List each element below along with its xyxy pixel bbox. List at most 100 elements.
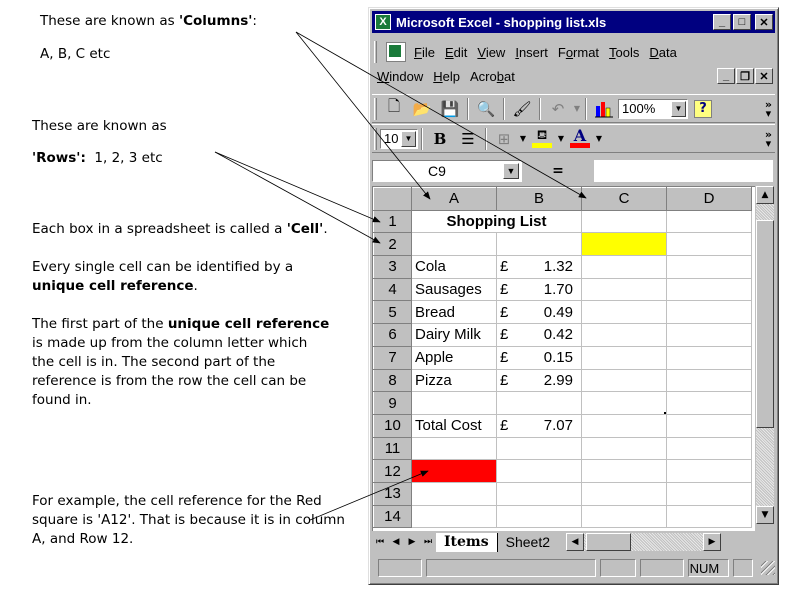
cell-C5[interactable] (581, 300, 667, 325)
cell-A5[interactable]: Bread (411, 300, 497, 325)
name-box[interactable]: C9 ▼ (372, 160, 522, 182)
row-header-2[interactable]: 2 (373, 232, 412, 257)
column-header-d[interactable]: D (666, 187, 752, 211)
cell-B13[interactable] (496, 481, 582, 506)
row-header-11[interactable]: 11 (373, 436, 412, 461)
sheet-tab-sheet2[interactable]: Sheet2 (496, 532, 558, 552)
close-button[interactable]: ✕ (755, 14, 773, 30)
chevron-down-icon[interactable]: ▼ (503, 163, 519, 179)
help-icon[interactable]: ? (694, 99, 712, 118)
chart-wizard-icon[interactable] (592, 98, 616, 120)
menubar-grip[interactable] (374, 41, 377, 63)
bold-button[interactable]: B (428, 128, 452, 150)
cell-C2[interactable] (581, 232, 667, 257)
fill-color-dropdown-icon[interactable]: ▼ (556, 134, 566, 143)
menu-acrobat[interactable]: Acrobat (465, 69, 520, 84)
toolbar-grip[interactable] (374, 97, 377, 120)
cell-A9[interactable] (411, 391, 497, 415)
select-all-button[interactable] (373, 187, 412, 211)
cell-B5[interactable]: £0.49 (496, 300, 582, 325)
cell-C1[interactable] (581, 209, 667, 234)
menu-view[interactable]: View (472, 45, 510, 60)
cell-A13[interactable] (411, 481, 497, 506)
cell-A3[interactable]: Cola (411, 255, 497, 279)
cell-C11[interactable] (581, 436, 667, 461)
menu-help[interactable]: Help (428, 69, 465, 84)
cell-B9[interactable] (496, 391, 582, 415)
minimize-button[interactable]: _ (713, 14, 731, 30)
cell-C7[interactable] (581, 345, 667, 370)
cell-A8[interactable]: Pizza (411, 368, 497, 393)
zoom-select[interactable]: 100% ▼ (618, 98, 688, 119)
cell-D14[interactable] (666, 504, 752, 529)
undo-dropdown-icon[interactable]: ▼ (572, 104, 582, 113)
fill-color-button[interactable]: ⛾ (530, 128, 554, 150)
prev-sheet-icon[interactable]: ◀ (388, 533, 404, 551)
cell-A4[interactable]: Sausages (411, 277, 497, 302)
cell-B2[interactable] (496, 232, 582, 257)
cell-C12[interactable] (581, 459, 667, 483)
borders-dropdown-icon[interactable]: ▼ (518, 134, 528, 143)
menu-edit[interactable]: Edit (440, 45, 472, 60)
cell-D1[interactable] (666, 209, 752, 234)
column-header-c[interactable]: C (581, 187, 667, 211)
workbook-icon[interactable] (386, 42, 406, 62)
menu-format[interactable]: Format (553, 45, 604, 60)
align-center-icon[interactable]: ☰ (456, 128, 480, 150)
scroll-left-icon[interactable]: ◀ (566, 533, 584, 551)
cell-B14[interactable] (496, 504, 582, 529)
cell-A12[interactable] (411, 459, 497, 483)
borders-icon[interactable]: ⊞ (492, 128, 516, 150)
row-header-14[interactable]: 14 (373, 504, 412, 529)
scroll-down-icon[interactable]: ▼ (756, 506, 774, 524)
toolbar-more-icon[interactable]: » ▾ (765, 99, 772, 119)
cell-D7[interactable] (666, 345, 752, 370)
sheet-tab-items[interactable]: Items (436, 532, 497, 552)
resize-grip-icon[interactable] (761, 561, 775, 575)
cell-D6[interactable] (666, 323, 752, 347)
cell-D4[interactable] (666, 277, 752, 302)
cell-D12[interactable] (666, 459, 752, 483)
maximize-button[interactable]: □ (733, 14, 751, 30)
chevron-down-icon[interactable]: ▼ (401, 130, 416, 147)
save-disk-icon[interactable]: 💾 (438, 98, 462, 120)
font-color-dropdown-icon[interactable]: ▼ (594, 134, 604, 143)
title-bar[interactable]: X Microsoft Excel - shopping list.xls _ … (372, 11, 775, 33)
row-header-9[interactable]: 9 (373, 391, 412, 415)
cell-C13[interactable] (581, 481, 667, 506)
equals-button[interactable]: = (522, 163, 594, 179)
menu-data[interactable]: Data (644, 45, 681, 60)
excel-app-icon[interactable]: X (375, 14, 391, 30)
cell-C10[interactable] (581, 413, 667, 438)
row-header-5[interactable]: 5 (373, 300, 412, 325)
new-document-icon[interactable]: 🗋 (382, 97, 406, 120)
horizontal-scrollbar[interactable]: ◀ ▶ (566, 533, 721, 551)
cell-D11[interactable] (666, 436, 752, 461)
font-color-button[interactable]: A (568, 128, 592, 150)
cell-D8[interactable] (666, 368, 752, 393)
cell-A11[interactable] (411, 436, 497, 461)
doc-minimize-button[interactable]: _ (717, 68, 735, 84)
column-header-b[interactable]: B (496, 187, 582, 211)
print-preview-icon[interactable]: 🔍 (474, 98, 498, 120)
cell-B11[interactable] (496, 436, 582, 461)
row-header-4[interactable]: 4 (373, 277, 412, 302)
row-header-6[interactable]: 6 (373, 323, 412, 347)
row-header-13[interactable]: 13 (373, 481, 412, 506)
toolbar-grip[interactable] (374, 127, 377, 150)
column-header-a[interactable]: A (411, 187, 497, 211)
undo-icon[interactable]: ↶ (546, 98, 570, 120)
open-folder-icon[interactable]: 📂 (410, 98, 434, 120)
cell-B7[interactable]: £0.15 (496, 345, 582, 370)
cell-A1[interactable]: Shopping List (411, 209, 582, 234)
cell-C14[interactable] (581, 504, 667, 529)
scroll-up-icon[interactable]: ▲ (756, 186, 774, 204)
row-header-12[interactable]: 12 (373, 459, 412, 483)
doc-close-button[interactable]: ✕ (755, 68, 773, 84)
row-header-10[interactable]: 10 (373, 413, 412, 438)
cell-A7[interactable]: Apple (411, 345, 497, 370)
cell-A10[interactable]: Total Cost (411, 413, 497, 438)
menu-window[interactable]: Window (372, 69, 428, 84)
font-size-select[interactable]: 10 ▼ (380, 128, 418, 149)
cell-B4[interactable]: £1.70 (496, 277, 582, 302)
